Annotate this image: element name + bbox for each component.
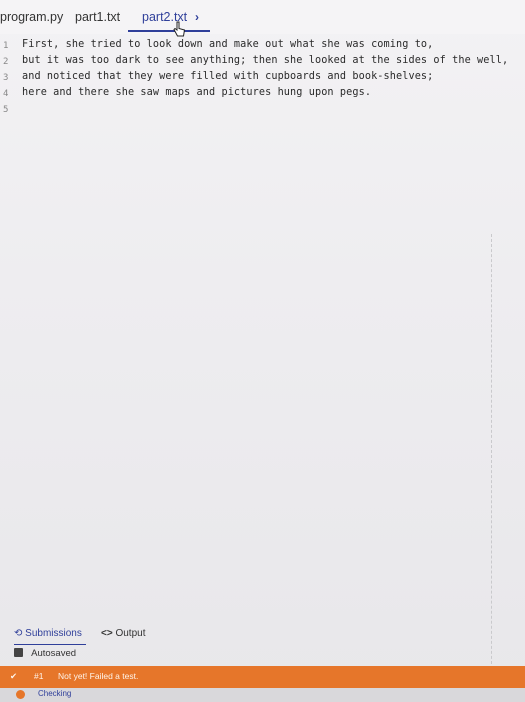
line-number: 5 — [3, 105, 9, 115]
code-editor[interactable]: 1 2 3 4 5 First, she tried to look down … — [0, 34, 525, 674]
app-window: program.py part1.txt part2.txt › 1 2 3 4… — [0, 0, 525, 702]
test-result-row[interactable]: ✔ #1 Not yet! Failed a test. — [0, 666, 525, 688]
line-number: 3 — [3, 73, 9, 83]
checking-label: Checking — [38, 689, 72, 698]
line-number: 4 — [3, 89, 9, 99]
tab-part1-txt[interactable]: part1.txt — [75, 10, 120, 24]
test-status: Not yet! Failed a test. — [58, 671, 139, 681]
line-number: 2 — [3, 57, 9, 67]
save-icon — [14, 648, 23, 657]
output-panel: ⟲ Submissions <> Output Autosaved ✔ #1 N… — [0, 618, 525, 702]
output-tab-label: Output — [115, 628, 146, 639]
autosave-status: Autosaved — [14, 648, 76, 659]
code-line[interactable]: First, she tried to look down and make o… — [22, 39, 433, 50]
code-brackets-icon: <> — [101, 628, 113, 639]
submissions-tab-label: Submissions — [25, 628, 82, 639]
line-number-gutter: 1 2 3 4 5 — [0, 34, 16, 618]
chevron-right-icon[interactable]: › — [195, 10, 199, 24]
history-icon: ⟲ — [14, 628, 23, 639]
tab-submissions[interactable]: ⟲ Submissions — [14, 628, 82, 639]
code-line[interactable]: here and there she saw maps and pictures… — [22, 87, 371, 98]
line-number: 1 — [3, 41, 9, 51]
tab-program-py[interactable]: program.py — [0, 10, 63, 24]
code-line[interactable]: and noticed that they were filled with c… — [22, 71, 433, 82]
code-line[interactable]: but it was too dark to see anything; the… — [22, 55, 508, 66]
active-panel-tab-indicator — [14, 644, 86, 645]
tab-output[interactable]: <> Output — [101, 628, 146, 639]
print-margin-guide — [491, 234, 492, 674]
file-tab-bar: program.py part1.txt part2.txt › — [0, 0, 525, 37]
active-tab-indicator — [128, 30, 210, 32]
autosaved-label: Autosaved — [31, 648, 77, 659]
test-number: #1 — [34, 671, 44, 681]
chevron-down-icon[interactable]: ✔ — [10, 671, 17, 682]
alert-icon — [16, 690, 25, 699]
